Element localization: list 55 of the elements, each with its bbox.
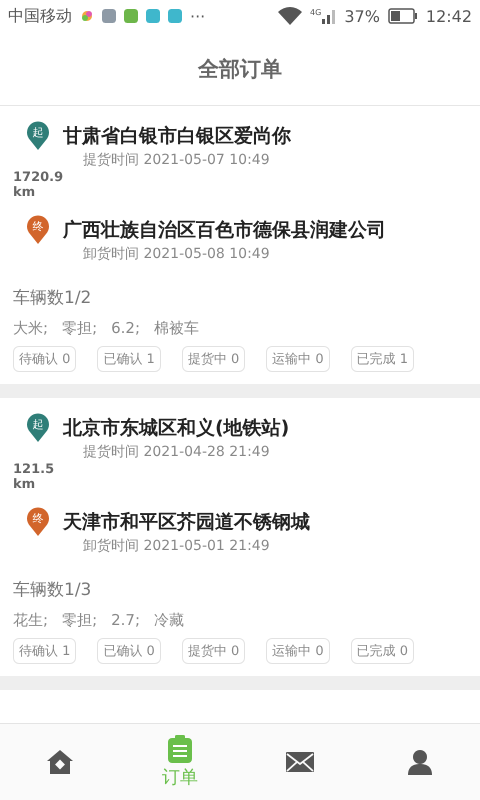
status-count[interactable]: 待确认 0 <box>13 346 76 372</box>
cargo-text: 棉被车 <box>154 319 200 338</box>
app-icon <box>146 9 160 23</box>
more-text: ··· <box>190 6 206 26</box>
status-count[interactable]: 提货中 0 <box>182 346 246 372</box>
status-count[interactable]: 已完成 1 <box>350 346 414 372</box>
address-text: 甘肃省白银市白银区爱尚你 <box>63 124 292 149</box>
page-title: 全部订单 <box>198 56 282 82</box>
time-text: 提货时间 2021-04-28 21:49 <box>82 443 271 462</box>
app-icon <box>102 9 116 23</box>
cargo-text: 2.7; <box>111 611 140 630</box>
start-pin: 起 <box>26 120 50 150</box>
time-text: 卸货时间 2021-05-01 21:49 <box>82 537 271 556</box>
app-icon <box>168 9 182 23</box>
cargo-text: 零担; <box>62 319 98 338</box>
status-count[interactable]: 提货中 0 <box>182 638 246 664</box>
address-text: 天津市和平区芥园道不锈钢城 <box>63 510 311 535</box>
battery-icon <box>388 8 418 24</box>
time-text: 提货时间 2021-05-07 10:49 <box>82 151 271 170</box>
wifi-icon <box>278 7 302 25</box>
order-card[interactable]: 起 北京市东城区和义(地铁站) 提货时间 2021-04-28 21:49 121.5 km 终 天津市和平区芥园道不锈钢城 卸货时间 2021-05-01 21:49 车辆数1/3 花生; 零担; 2.7; 冷藏 待确认 1 已确认 0 提货中 0 运输中 0 已完成 0 <box>0 398 480 690</box>
status-count[interactable]: 运输中 0 <box>266 638 330 664</box>
app-icon <box>80 9 94 23</box>
person-icon <box>408 749 432 775</box>
battery-text: 37% <box>344 6 380 26</box>
vehicle-count: 车辆数1/3 <box>13 579 92 601</box>
tab-button[interactable]: 订单 <box>154 724 206 800</box>
cargo-text: 大米; <box>13 319 48 338</box>
vehicle-count: 车辆数1/2 <box>13 287 92 309</box>
address-text: 广西壮族自治区百色市德保县润建公司 <box>63 218 387 243</box>
signal-icon <box>322 8 336 24</box>
order-card[interactable]: 起 甘肃省白银市白银区爱尚你 提货时间 2021-05-07 10:49 1720.9 km 终 广西壮族自治区百色市德保县润建公司 卸货时间 2021-05-08 10:49 车辆数1/2 大米; 零担; 6.2; 棉被车 待确认 0 已确认 1 提货中 0 运输中 0 已完成 1 <box>0 106 480 398</box>
distance-text: 1720.9 km <box>13 170 63 200</box>
cargo-text: 6.2; <box>111 319 140 338</box>
cargo-text: 花生; <box>13 611 48 630</box>
status-count[interactable]: 已确认 0 <box>97 638 161 664</box>
cargo-text: 零担; <box>62 611 98 630</box>
status-count[interactable]: 已完成 0 <box>350 638 414 664</box>
end-pin: 终 <box>26 214 50 244</box>
status-count[interactable]: 待确认 1 <box>13 638 76 664</box>
carrier-text: 中国移动 <box>8 6 72 26</box>
clock-text: 12:42 <box>426 6 472 26</box>
status-count[interactable]: 已确认 1 <box>97 346 161 372</box>
distance-text: 121.5 km <box>13 462 56 492</box>
cargo-text: 冷藏 <box>154 611 184 630</box>
address-text: 北京市东城区和义(地铁站) <box>63 416 290 441</box>
clipboard-icon <box>168 735 192 763</box>
app-icon <box>124 9 138 23</box>
status-count[interactable]: 运输中 0 <box>266 346 330 372</box>
start-pin: 起 <box>26 412 50 442</box>
end-pin: 终 <box>26 506 50 536</box>
time-text: 卸货时间 2021-05-08 10:49 <box>82 245 271 264</box>
network-text: 4G <box>310 8 322 17</box>
home-icon <box>46 749 74 775</box>
mail-icon <box>286 752 314 772</box>
